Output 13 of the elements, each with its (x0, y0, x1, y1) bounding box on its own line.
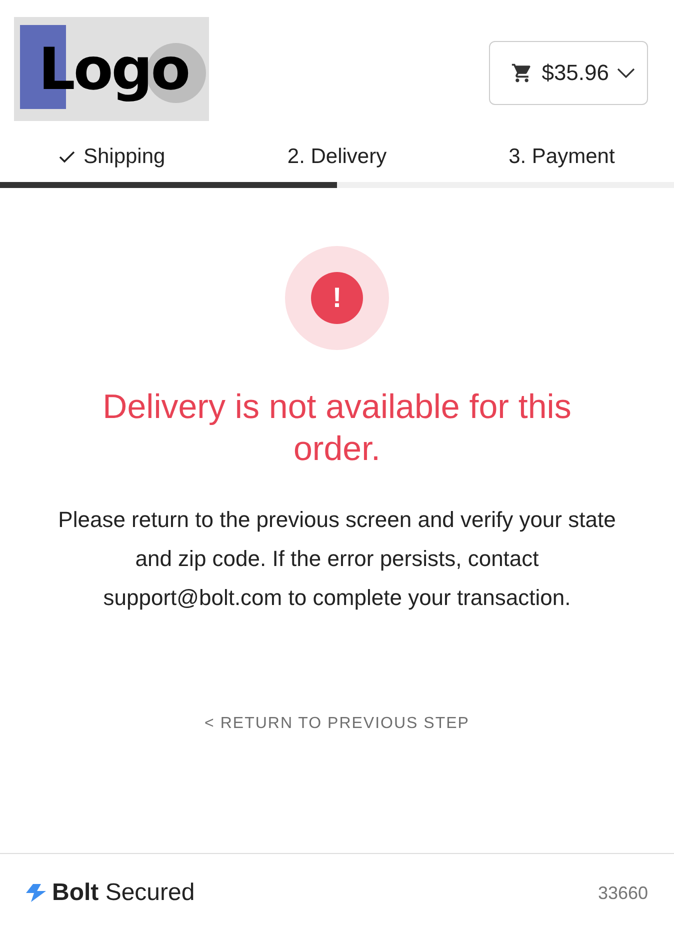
cart-total-button[interactable]: $35.96 (488, 41, 648, 105)
return-link[interactable]: < RETURN TO PREVIOUS STEP (204, 715, 470, 733)
step-tab[interactable]: Shipping (0, 137, 225, 177)
error-title: Delivery is not available for this order. (102, 387, 572, 470)
error-message: Please return to the previous screen and verify your state and zip code. If the error persists, contact support@bolt.com to complete your transaction. (57, 506, 617, 612)
step-tab[interactable]: 3. Payment (449, 137, 674, 177)
order-code: 33660 (598, 882, 648, 904)
error-icon: ! (285, 246, 389, 350)
lightning-icon (26, 884, 46, 902)
chevron-down-icon (617, 68, 635, 78)
check-icon (59, 151, 76, 163)
brand-label: Bolt Secured (52, 879, 195, 907)
step-tab[interactable]: 2. Delivery (224, 137, 450, 177)
